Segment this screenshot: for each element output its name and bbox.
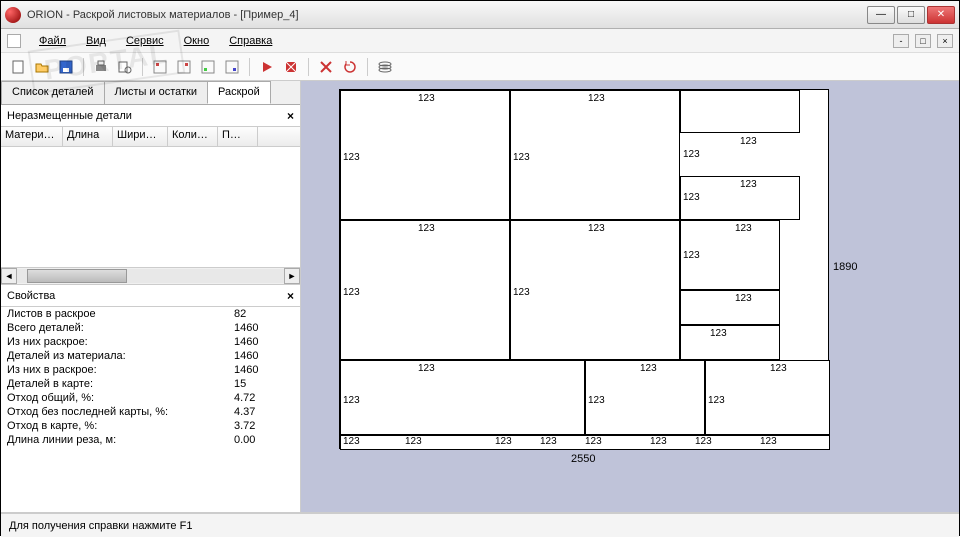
status-text: Для получения справки нажмите F1: [9, 520, 192, 532]
col-qty[interactable]: Коли…: [168, 127, 218, 146]
toolbar: [1, 53, 959, 81]
prop-key: Листов в раскрое: [7, 308, 234, 320]
prop-key: Из них в раскрое:: [7, 364, 234, 376]
tabs: Список деталей Листы и остатки Раскрой: [1, 81, 300, 105]
new-button[interactable]: [7, 56, 29, 78]
prop-key: Всего деталей:: [7, 322, 234, 334]
prop-value: 15: [234, 378, 294, 390]
grid-body[interactable]: [1, 147, 300, 267]
tab-cutting[interactable]: Раскрой: [207, 81, 271, 104]
prop-row: Листов в раскрое82: [1, 307, 300, 321]
prop-row: Из них в раскрое:1460: [1, 363, 300, 377]
scroll-right[interactable]: ►: [284, 268, 300, 284]
tool3-button[interactable]: [197, 56, 219, 78]
close-button[interactable]: ✕: [927, 6, 955, 24]
prop-value: 1460: [234, 350, 294, 362]
prop-key: Длина линии реза, м:: [7, 434, 234, 446]
menubar: Файл Вид Сервис Окно Справка - □ ×: [1, 29, 959, 53]
mdi-restore[interactable]: □: [915, 34, 931, 48]
unplaced-close[interactable]: ×: [287, 109, 294, 123]
tool1-button[interactable]: [149, 56, 171, 78]
print-button[interactable]: [90, 56, 112, 78]
layers-button[interactable]: [374, 56, 396, 78]
status-bar: Для получения справки нажмите F1: [1, 513, 959, 537]
menu-view[interactable]: Вид: [78, 33, 114, 49]
prop-key: Деталей в карте:: [7, 378, 234, 390]
prop-key: Из них раскрое:: [7, 336, 234, 348]
mdi-minimize[interactable]: -: [893, 34, 909, 48]
props-header: Свойства ×: [1, 285, 300, 307]
mdi-doc-icon[interactable]: [7, 34, 21, 48]
props-close[interactable]: ×: [287, 289, 294, 303]
mdi-close[interactable]: ×: [937, 34, 953, 48]
app-icon: [5, 7, 21, 23]
menu-window[interactable]: Окно: [176, 33, 218, 49]
stop-button[interactable]: [280, 56, 302, 78]
sheet-width-label: 2550: [571, 453, 595, 465]
scroll-left[interactable]: ◄: [1, 268, 17, 284]
prop-key: Отход без последней карты, %:: [7, 406, 234, 418]
scroll-thumb[interactable]: [27, 269, 127, 283]
prop-key: Отход в карте, %:: [7, 420, 234, 432]
tool2-button[interactable]: [173, 56, 195, 78]
prop-row: Длина линии реза, м:0.00: [1, 433, 300, 447]
save-button[interactable]: [55, 56, 77, 78]
minimize-button[interactable]: —: [867, 6, 895, 24]
prop-row: Отход в карте, %:3.72: [1, 419, 300, 433]
prop-row: Всего деталей:1460: [1, 321, 300, 335]
prop-value: 1460: [234, 322, 294, 334]
prop-value: 82: [234, 308, 294, 320]
prop-value: 4.72: [234, 392, 294, 404]
tab-sheets[interactable]: Листы и остатки: [104, 81, 208, 104]
props-title: Свойства: [7, 290, 55, 302]
tool4-button[interactable]: [221, 56, 243, 78]
tab-parts-list[interactable]: Список деталей: [1, 81, 105, 104]
prop-key: Деталей из материала:: [7, 350, 234, 362]
maximize-button[interactable]: □: [897, 6, 925, 24]
open-button[interactable]: [31, 56, 53, 78]
menu-help[interactable]: Справка: [221, 33, 280, 49]
grid-header: Матери… Длина Шири… Коли… П…: [1, 127, 300, 147]
menu-service[interactable]: Сервис: [118, 33, 172, 49]
preview-button[interactable]: [114, 56, 136, 78]
prop-row: Из них раскрое:1460: [1, 335, 300, 349]
sheet[interactable]: 123 123 123 123 123 123 123 123 123 123 …: [339, 89, 829, 449]
menu-file[interactable]: Файл: [31, 33, 74, 49]
prop-row: Отход без последней карты, %:4.37: [1, 405, 300, 419]
cutting-canvas[interactable]: 123 123 123 123 123 123 123 123 123 123 …: [301, 81, 959, 512]
prop-value: 1460: [234, 364, 294, 376]
unplaced-header: Неразмещенные детали ×: [1, 105, 300, 127]
scroll-track[interactable]: [17, 269, 284, 283]
col-width[interactable]: Шири…: [113, 127, 168, 146]
run-button[interactable]: [256, 56, 278, 78]
refresh-button[interactable]: [339, 56, 361, 78]
sheet-height-label: 1890: [833, 261, 857, 273]
unplaced-title: Неразмещенные детали: [7, 110, 132, 122]
hscrollbar[interactable]: ◄ ►: [1, 267, 300, 285]
col-p[interactable]: П…: [218, 127, 258, 146]
prop-row: Деталей из материала:1460: [1, 349, 300, 363]
prop-row: Деталей в карте:15: [1, 377, 300, 391]
props-body: Листов в раскрое82Всего деталей:1460Из н…: [1, 307, 300, 512]
prop-value: 3.72: [234, 420, 294, 432]
left-panel: Список деталей Листы и остатки Раскрой Н…: [1, 81, 301, 512]
titlebar: ORION - Раскрой листовых материалов - [П…: [1, 1, 959, 29]
delete-button[interactable]: [315, 56, 337, 78]
prop-value: 1460: [234, 336, 294, 348]
prop-row: Отход общий, %:4.72: [1, 391, 300, 405]
prop-key: Отход общий, %:: [7, 392, 234, 404]
prop-value: 0.00: [234, 434, 294, 446]
prop-value: 4.37: [234, 406, 294, 418]
window-title: ORION - Раскрой листовых материалов - [П…: [27, 9, 867, 21]
col-length[interactable]: Длина: [63, 127, 113, 146]
col-material[interactable]: Матери…: [1, 127, 63, 146]
